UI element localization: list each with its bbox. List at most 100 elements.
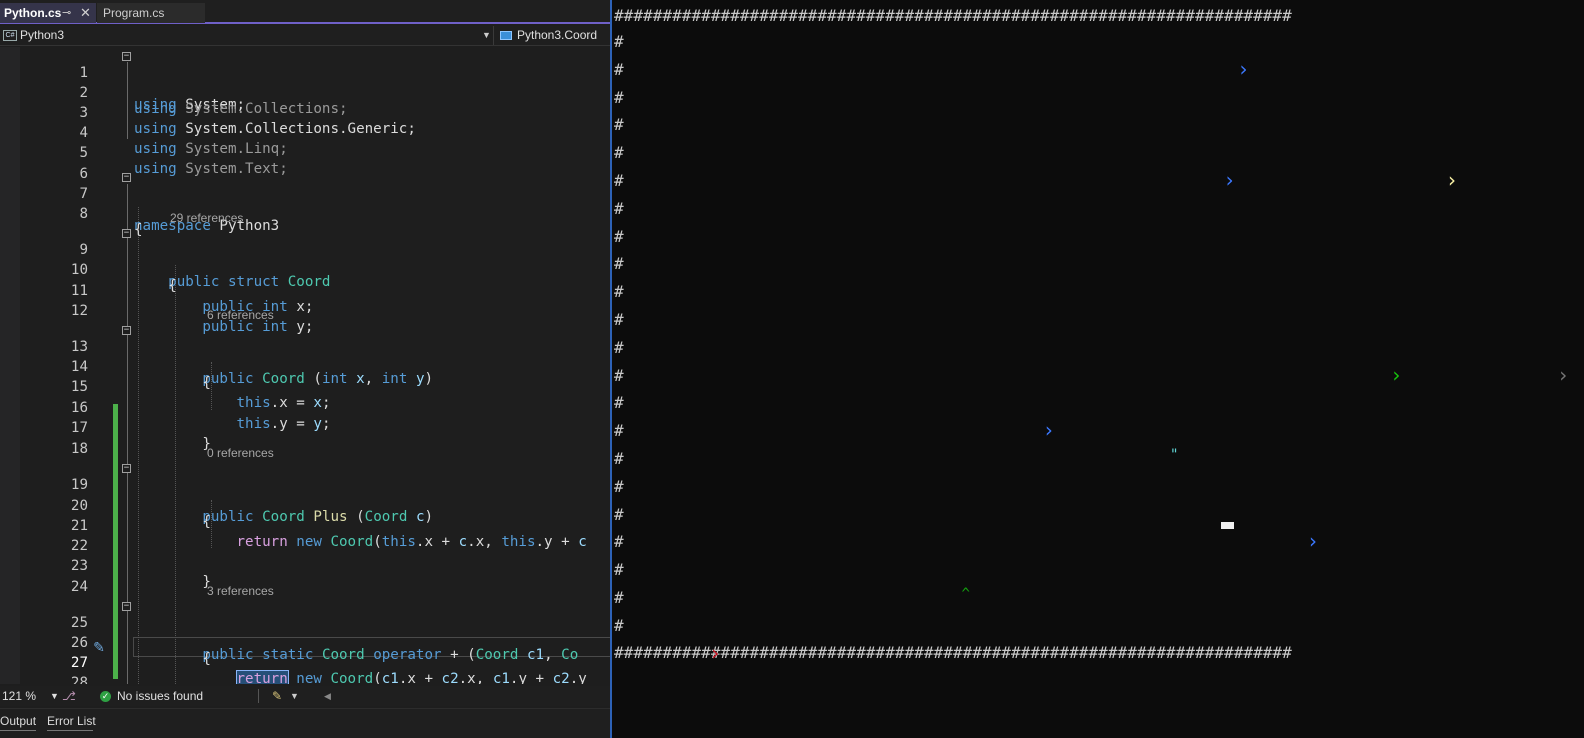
code-line: 26 { <box>0 617 611 667</box>
code-line: 19 − public Coord Plus (Coord c) <box>0 459 611 526</box>
tab-label: Python.cs <box>4 6 62 20</box>
code-editor[interactable]: ✎ 1 − using System; 2 using System.Colle… <box>0 47 611 684</box>
git-branch-icon[interactable]: ⎇ <box>62 689 76 703</box>
code-line: 4 using System.Linq; <box>0 107 611 157</box>
project-label: Python3 <box>20 28 65 42</box>
collapse-icon[interactable]: − <box>122 173 131 182</box>
code-line: 15 this.x = x; <box>0 361 611 411</box>
wall-cell: # <box>614 560 624 580</box>
wall-cell: # <box>614 504 624 524</box>
chevron-down-icon: ▼ <box>482 30 491 40</box>
wall-cell: # <box>614 59 624 79</box>
game-item: " <box>1170 447 1179 463</box>
wall-cell: # <box>614 532 624 552</box>
wall-cell: # <box>614 115 624 135</box>
code-line: 22 <box>0 520 611 554</box>
snake-head-sprite: › <box>1044 418 1053 443</box>
snake-head-sprite: › <box>1448 168 1456 192</box>
zoom-dropdown[interactable]: 121 % ▼ <box>2 689 59 704</box>
wall-cell: # <box>614 337 624 357</box>
csharp-project-icon: C# <box>3 30 17 41</box>
codelens-references[interactable]: 6 references <box>207 308 274 322</box>
wall-cell: # <box>614 226 624 246</box>
struct-icon <box>500 31 512 40</box>
code-line: 6 <box>0 148 611 182</box>
line-number: 18 <box>70 441 88 457</box>
wall-cell: # <box>614 310 624 329</box>
code-cleanup-icon[interactable]: ✎ <box>272 689 282 703</box>
code-line: 23 } <box>0 540 611 590</box>
wall-cell: # <box>614 588 624 607</box>
wall-cell: # <box>614 393 624 413</box>
tab-python-cs[interactable]: Python.cs ⊸ ✕ <box>0 3 96 23</box>
tab-output[interactable]: Output <box>0 712 36 730</box>
code-line: 13 − public Coord (int x, int y) <box>0 321 611 388</box>
code-line: 12 public int y; <box>0 285 611 335</box>
code-line: 27 return new Coord(c1.x + c2.x, c1.y + … <box>0 637 611 684</box>
code-line: 2 using System.Collections; <box>0 67 611 117</box>
codelens-references[interactable]: 3 references <box>207 584 274 598</box>
wall-cell: # <box>614 171 624 190</box>
code-line: 28 } <box>0 657 611 684</box>
code-line: 25 − public static Coord operator + (Coo… <box>0 597 611 664</box>
tab-program-cs[interactable]: Program.cs <box>97 3 205 23</box>
separator <box>258 689 259 703</box>
collapse-icon[interactable]: − <box>122 464 131 473</box>
project-dropdown[interactable]: C# Python3 ▼ <box>0 26 494 45</box>
collapse-icon[interactable]: − <box>122 52 131 61</box>
code-line: 16 this.y = y; <box>0 382 611 432</box>
wall-cell: # <box>614 365 624 385</box>
editor-status-bar: 121 % ▼ ⎇ ✓ No issues found ✎ ▼ ◀ <box>0 686 611 706</box>
codelens-references[interactable]: 29 references <box>170 211 243 225</box>
wall-cell: # <box>614 282 624 302</box>
snake-head-sprite: › <box>1392 362 1401 387</box>
wall-cell: # <box>614 143 624 163</box>
collapse-icon[interactable]: − <box>122 602 131 611</box>
wall-cell: # <box>614 198 624 218</box>
chevron-down-icon: ▼ <box>50 691 59 701</box>
zoom-level: 121 % <box>2 689 37 703</box>
console-cursor <box>1221 522 1234 529</box>
chevron-down-icon[interactable]: ▼ <box>290 689 299 703</box>
code-line: 20 { <box>0 480 611 530</box>
snake-head-sprite: › <box>1309 529 1317 554</box>
code-line: 8 { <box>0 188 611 238</box>
codelens-references[interactable]: 0 references <box>207 446 274 460</box>
wall-cell: # <box>614 87 624 107</box>
console-window: ########################################… <box>612 0 1584 738</box>
document-tab-bar: Python.cs ⊸ ✕ Program.cs <box>0 0 611 24</box>
snake-head-sprite: › <box>1559 362 1568 387</box>
code-line: 11 public int x; <box>0 265 611 315</box>
tab-underline <box>0 730 36 731</box>
tab-underline <box>47 730 93 731</box>
snake-head-sprite: › <box>711 640 720 665</box>
code-line: 21 return new Coord(this.x + c.x, this.y… <box>0 500 611 550</box>
wall-cell: # <box>614 476 624 496</box>
wall-cell: # <box>614 254 624 274</box>
wall-cell: # <box>614 615 624 635</box>
snake-head-sprite: › <box>1225 168 1234 192</box>
collapse-icon[interactable]: − <box>122 229 131 238</box>
code-line: 3 using System.Collections.Generic; <box>0 87 611 137</box>
collapse-icon[interactable]: − <box>122 326 131 335</box>
code-line: 9 − public struct Coord <box>0 224 611 291</box>
navigation-bar: C# Python3 ▼ Python3.Coord <box>0 26 611 46</box>
wall-top-row: ########################################… <box>614 6 1292 25</box>
wall-cell: # <box>614 32 624 51</box>
code-line: 5 using System.Text; <box>0 127 611 177</box>
pin-icon[interactable]: ⊸ <box>62 3 71 23</box>
wall-cell: # <box>614 421 624 441</box>
wall-cell: # <box>614 449 624 468</box>
code-line: 14 { <box>0 341 611 391</box>
scroll-left-icon[interactable]: ◀ <box>324 689 331 703</box>
code-line: 10 { <box>0 244 611 294</box>
close-icon[interactable]: ✕ <box>80 3 91 23</box>
code-line: 1 − using System; <box>0 47 611 114</box>
line-number: 12 <box>70 303 88 319</box>
line-number: 24 <box>70 579 88 595</box>
tab-error-list[interactable]: Error List <box>47 712 96 730</box>
code-line: 17 } <box>0 402 611 452</box>
code-line: 24 <box>0 561 611 595</box>
code-editor-window: Python.cs ⊸ ✕ Program.cs C# Python3 ▼ Py… <box>0 0 611 738</box>
tab-label: Program.cs <box>103 6 165 20</box>
